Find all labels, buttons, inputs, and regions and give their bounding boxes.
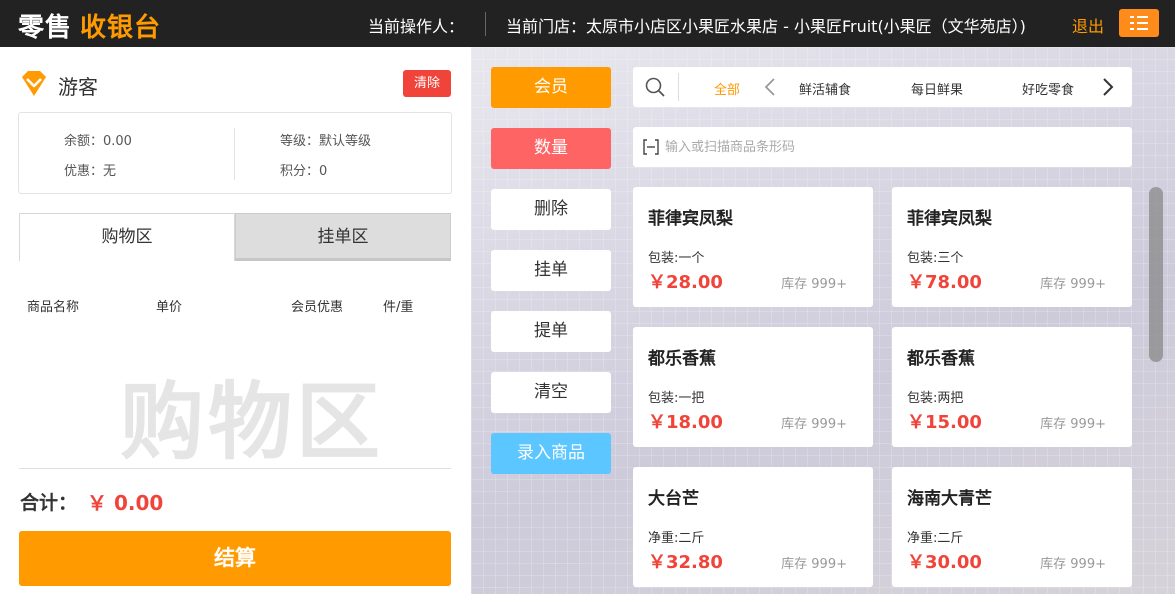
product-stock: 库存 999+ [1040,557,1106,572]
product-card[interactable]: 都乐香蕉 包装:两把 ￥15.00 库存 999+ [892,327,1132,447]
scan-icon [643,139,659,155]
product-package: 包装:两把 [907,391,964,406]
chevron-right-icon[interactable] [1101,77,1115,97]
product-stock: 库存 999+ [781,417,847,432]
category-all[interactable]: 全部 [714,79,740,98]
product-name: 菲律宾凤梨 [907,209,992,229]
product-price: ￥15.00 [907,412,982,433]
tab-hold-area[interactable]: 挂单区 [235,213,451,261]
barcode-bar [633,127,1132,167]
points-text: 积分：0 [280,164,328,179]
discount-text: 优惠：无 [64,164,117,179]
member-divider [234,128,235,180]
cart-watermark: 购物区 [120,373,385,471]
clear-customer-button[interactable]: 清除 [403,70,451,97]
balance-text: 余额：0.00 [64,134,132,149]
retrieve-order-button[interactable]: 提单 [491,311,611,352]
product-name: 都乐香蕉 [648,349,716,369]
product-area: 会员 数量 删除 挂单 提单 清空 录入商品 全部 鲜活辅食 每日鲜果 好吃零食… [471,47,1175,594]
delete-button[interactable]: 删除 [491,189,611,230]
product-card[interactable]: 海南大青芒 净重:二斤 ￥30.00 库存 999+ [892,467,1132,587]
product-name: 海南大青芒 [907,489,992,509]
category-fresh-food[interactable]: 鲜活辅食 [799,79,851,98]
member-info-box: 余额：0.00 优惠：无 等级：默认等级 积分：0 [18,112,452,194]
col-product-name: 商品名称 [27,300,80,315]
col-unit-price: 单价 [156,300,183,315]
category-divider [678,73,679,101]
col-member-discount: 会员优惠 [291,300,344,315]
total-amount: ￥ 0.00 [87,491,164,515]
vip-diamond-icon [22,71,46,96]
store-name: 太原市小店区小果匠水果店 - 小果匠Fruit(小果匠（文华苑店）) [586,17,1026,36]
total-label: 合计： [20,492,78,514]
product-package: 净重:二斤 [907,531,964,546]
product-name: 菲律宾凤梨 [648,209,733,229]
barcode-input[interactable] [665,135,1115,159]
product-stock: 库存 999+ [781,277,847,292]
product-stock: 库存 999+ [1040,417,1106,432]
logout-link[interactable]: 退出 [1072,13,1104,37]
customer-name: 游客 [58,75,98,99]
tab-shopping-area[interactable]: 购物区 [19,213,235,261]
member-button[interactable]: 会员 [491,67,611,108]
product-card[interactable]: 大台芒 净重:二斤 ￥32.80 库存 999+ [633,467,873,587]
product-package: 包装:一把 [648,391,705,406]
chevron-left-icon[interactable] [763,77,777,97]
category-daily-fruit[interactable]: 每日鲜果 [911,79,963,98]
header-divider [485,12,486,36]
category-snacks[interactable]: 好吃零食 [1022,79,1074,98]
product-package: 包装:一个 [648,251,705,266]
search-icon[interactable] [645,77,665,97]
product-name: 都乐香蕉 [907,349,975,369]
product-package: 净重:二斤 [648,531,705,546]
product-card[interactable]: 菲律宾凤梨 包装:三个 ￥78.00 库存 999+ [892,187,1132,307]
product-card[interactable]: 都乐香蕉 包装:一把 ￥18.00 库存 999+ [633,327,873,447]
clear-cart-button[interactable]: 清空 [491,372,611,413]
store-info: 当前门店：太原市小店区小果匠水果店 - 小果匠Fruit(小果匠（文华苑店）) [506,13,1026,37]
col-qty-weight: 件/重 [383,300,414,315]
product-package: 包装:三个 [907,251,964,266]
quantity-button[interactable]: 数量 [491,128,611,169]
cart-tabs: 购物区 挂单区 [19,213,451,261]
add-product-button[interactable]: 录入商品 [491,433,611,474]
cart-divider [19,468,451,469]
checkout-button[interactable]: 结算 [19,531,451,586]
product-price: ￥28.00 [648,272,723,293]
product-stock: 库存 999+ [1040,277,1106,292]
logo-retail: 零售 [18,13,73,43]
product-card[interactable]: 菲律宾凤梨 包装:一个 ￥28.00 库存 999+ [633,187,873,307]
hold-order-button[interactable]: 挂单 [491,250,611,291]
operator-label: 当前操作人： [368,17,465,36]
product-stock: 库存 999+ [781,557,847,572]
top-bar: 零售 收银台 当前操作人： 当前门店：太原市小店区小果匠水果店 - 小果匠Frui… [0,0,1175,47]
product-scrollbar[interactable] [1149,187,1163,362]
product-price: ￥18.00 [648,412,723,433]
product-price: ￥30.00 [907,552,982,573]
category-bar: 全部 鲜活辅食 每日鲜果 好吃零食 [633,67,1132,107]
cart-panel: 游客 清除 余额：0.00 优惠：无 等级：默认等级 积分：0 购物区 挂单区 … [0,47,471,594]
logo-cashier: 收银台 [80,13,162,43]
product-price: ￥78.00 [907,272,982,293]
level-text: 等级：默认等级 [280,134,372,149]
product-name: 大台芒 [648,489,699,509]
store-label: 当前门店： [506,17,587,36]
app-logo: 零售 收银台 [18,7,161,44]
product-price: ￥32.80 [648,552,723,573]
menu-button[interactable] [1119,9,1159,37]
